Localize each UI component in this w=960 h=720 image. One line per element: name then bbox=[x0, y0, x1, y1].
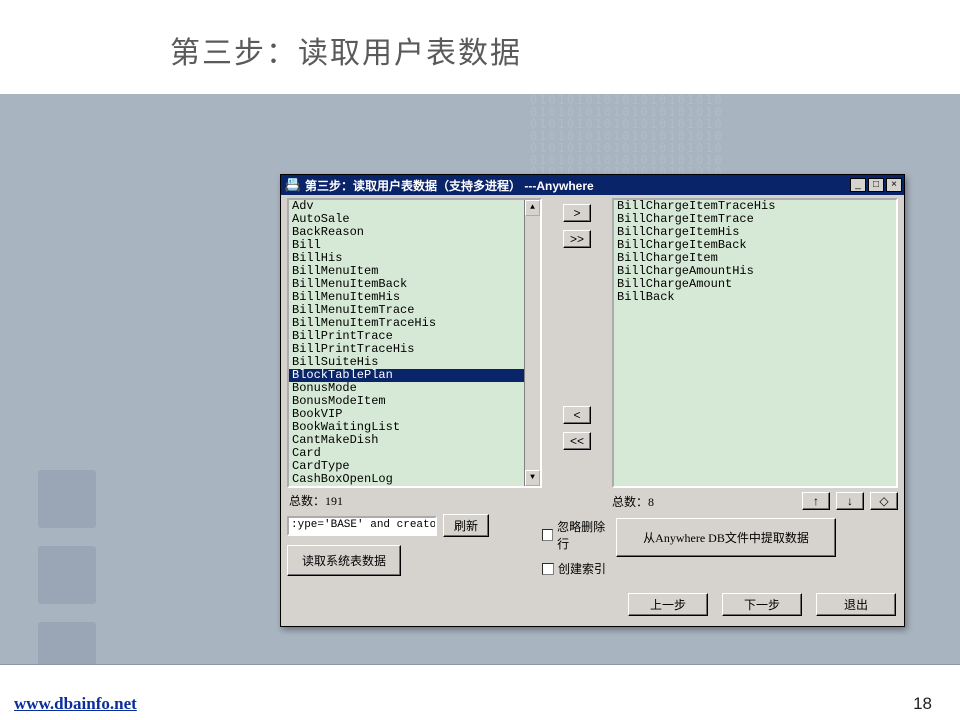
move-all-left-button[interactable]: << bbox=[563, 432, 591, 450]
refresh-button[interactable]: 刷新 bbox=[443, 514, 489, 537]
maximize-button[interactable]: □ bbox=[868, 178, 884, 192]
decorative-squares bbox=[38, 470, 96, 680]
move-all-right-button[interactable]: >> bbox=[563, 230, 591, 248]
selected-tables-listbox[interactable]: BillChargeItemTraceHisBillChargeItemTrac… bbox=[612, 198, 898, 488]
create-index-checkbox[interactable]: 创建索引 bbox=[542, 560, 606, 577]
available-tables-listbox[interactable]: AdvAutoSaleBackReasonBillBillHisBillMenu… bbox=[287, 198, 542, 488]
filter-input[interactable]: :ype='BASE' and creator=1 bbox=[287, 516, 437, 536]
page-number: 18 bbox=[913, 694, 932, 714]
scrollbar[interactable]: ▲ ▼ bbox=[524, 200, 540, 486]
move-left-button[interactable]: < bbox=[563, 406, 591, 424]
list-item[interactable]: BackReason bbox=[289, 226, 540, 239]
close-button[interactable]: × bbox=[886, 178, 902, 192]
titlebar[interactable]: 📇 第三步：读取用户表数据（支持多进程） ---Anywhere _ □ × bbox=[281, 175, 904, 195]
move-up-button[interactable]: ↑ bbox=[802, 492, 830, 510]
window-title: 第三步：读取用户表数据（支持多进程） ---Anywhere bbox=[305, 177, 848, 194]
read-system-tables-button[interactable]: 读取系统表数据 bbox=[287, 545, 401, 576]
next-button[interactable]: 下一步 bbox=[722, 593, 802, 616]
reset-order-button[interactable]: ◇ bbox=[870, 492, 898, 510]
transfer-buttons: > >> < << bbox=[542, 198, 612, 488]
move-down-button[interactable]: ↓ bbox=[836, 492, 864, 510]
list-item[interactable]: ChangeTableLog bbox=[289, 486, 540, 488]
list-item[interactable]: BillBack bbox=[614, 291, 896, 304]
scroll-down-icon[interactable]: ▼ bbox=[525, 470, 540, 486]
minimize-button[interactable]: _ bbox=[850, 178, 866, 192]
app-icon: 📇 bbox=[285, 177, 301, 193]
dialog-window: 📇 第三步：读取用户表数据（支持多进程） ---Anywhere _ □ × A… bbox=[280, 174, 905, 627]
footer-url[interactable]: www.dbainfo.net bbox=[14, 694, 137, 714]
extract-data-button[interactable]: 从Anywhere DB文件中提取数据 bbox=[616, 518, 836, 557]
total-right: 总数：8 bbox=[612, 493, 654, 510]
ignore-deleted-checkbox[interactable]: 忽略删除行 bbox=[542, 518, 612, 552]
prev-button[interactable]: 上一步 bbox=[628, 593, 708, 616]
exit-button[interactable]: 退出 bbox=[816, 593, 896, 616]
total-left: 总数：191 bbox=[287, 492, 542, 509]
slide-title: 第三步：读取用户表数据 bbox=[170, 28, 522, 72]
move-right-button[interactable]: > bbox=[563, 204, 591, 222]
list-item[interactable]: CantMakeDish bbox=[289, 434, 540, 447]
wizard-nav: 上一步 下一步 退出 bbox=[287, 581, 898, 616]
scroll-up-icon[interactable]: ▲ bbox=[525, 200, 540, 216]
slide-footer bbox=[0, 664, 960, 720]
